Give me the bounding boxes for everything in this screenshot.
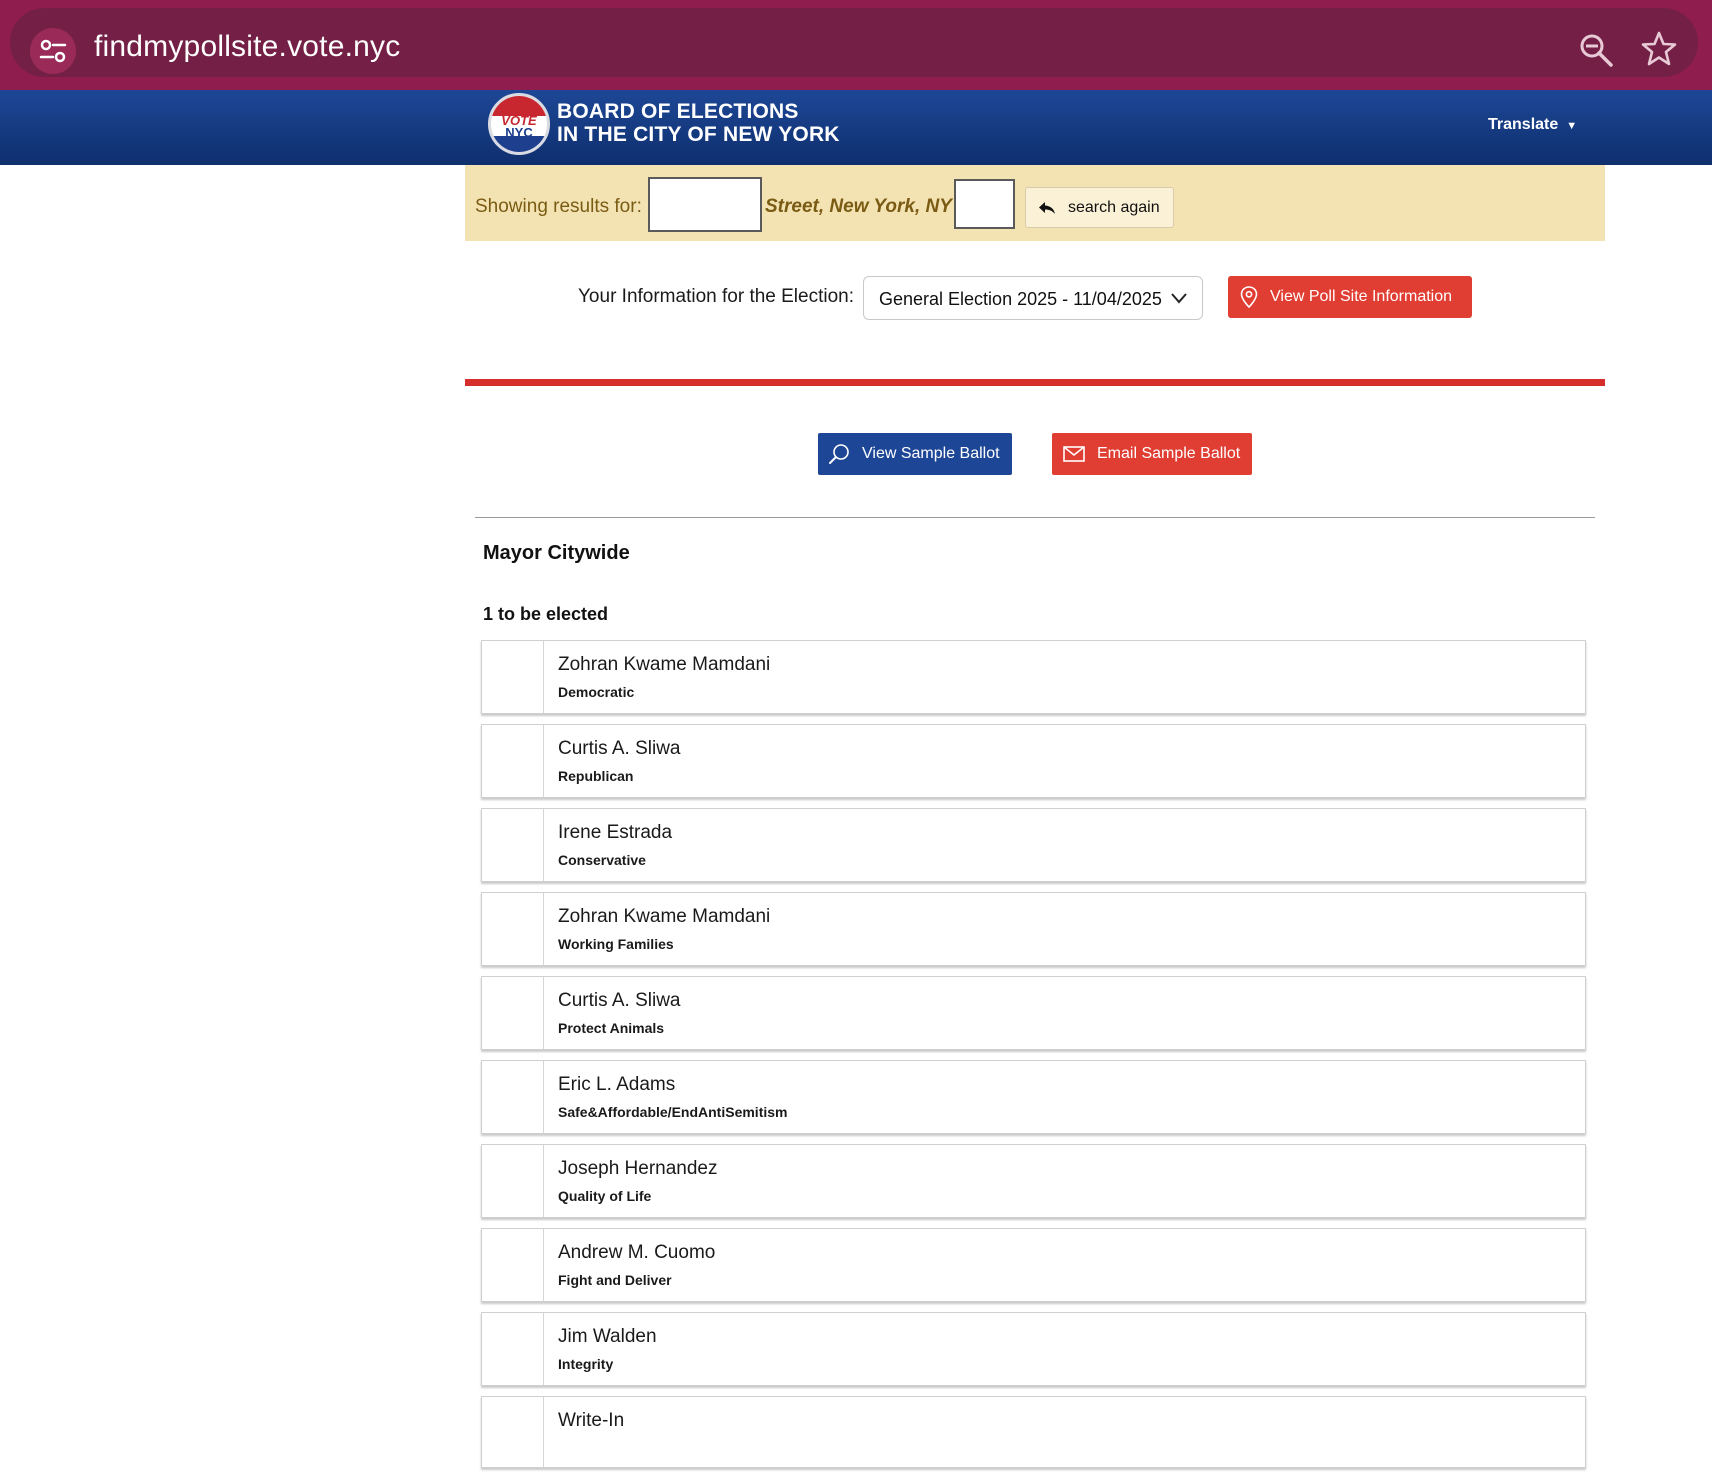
site-settings-button[interactable] — [30, 28, 76, 74]
magnifier-icon — [829, 444, 849, 464]
election-selected-value: General Election 2025 - 11/04/2025 — [879, 289, 1162, 309]
site-header: VOTE NYC BOARD OF ELECTIONS IN THE CITY … — [0, 90, 1712, 165]
candidate-name: Jim Walden — [558, 1326, 657, 1347]
email-sample-ballot-label: Email Sample Ballot — [1097, 445, 1241, 462]
contest-divider — [475, 517, 1595, 518]
vote-for-count: 1 to be elected — [483, 604, 609, 624]
view-poll-site-button[interactable]: View Poll Site Information — [1228, 276, 1472, 318]
tune-icon — [39, 39, 67, 63]
candidate-row[interactable]: Jim Walden Integrity — [481, 1312, 1586, 1386]
vote-nyc-logo[interactable]: VOTE NYC — [488, 93, 550, 155]
view-poll-site-label: View Poll Site Information — [1270, 288, 1453, 305]
search-results-bar: Showing results for: Street, New York, N… — [465, 165, 1605, 241]
logo-nyc-text: NYC — [505, 125, 533, 140]
translate-dropdown[interactable]: Translate ▼ — [1488, 116, 1577, 134]
candidate-oval-cell[interactable] — [482, 725, 544, 797]
browser-toolbar: findmypollsite.vote.nyc — [0, 0, 1712, 90]
email-sample-ballot-button[interactable]: Email Sample Ballot — [1052, 433, 1252, 475]
candidate-party: Safe&Affordable/EndAntiSemitism — [558, 1104, 788, 1120]
candidate-name: Eric L. Adams — [558, 1074, 676, 1095]
reply-arrow-icon — [1039, 201, 1055, 214]
candidate-row[interactable]: Curtis A. Sliwa Protect Animals — [481, 976, 1586, 1050]
candidate-name: Zohran Kwame Mamdani — [558, 654, 771, 675]
candidate-oval-cell[interactable] — [482, 1229, 544, 1301]
zoom-out-icon[interactable] — [1578, 32, 1614, 68]
zip-field[interactable] — [954, 179, 1015, 229]
map-pin-icon — [1240, 286, 1258, 308]
candidate-name: Irene Estrada — [558, 822, 673, 843]
candidate-party: Democratic — [558, 684, 635, 700]
site-title-line1: BOARD OF ELECTIONS — [557, 100, 799, 123]
candidate-row[interactable]: Write-In — [481, 1396, 1586, 1468]
candidate-name: Curtis A. Sliwa — [558, 990, 681, 1011]
house-number-field[interactable] — [648, 177, 762, 232]
candidate-oval-cell[interactable] — [482, 1061, 544, 1133]
candidate-party: Protect Animals — [558, 1020, 665, 1036]
site-title-line2: IN THE CITY OF NEW YORK — [557, 123, 840, 146]
candidate-party: Fight and Deliver — [558, 1272, 672, 1288]
candidate-oval-cell[interactable] — [482, 1313, 544, 1385]
view-sample-ballot-button[interactable]: View Sample Ballot — [818, 433, 1012, 475]
candidate-oval-cell[interactable] — [482, 1397, 544, 1467]
candidate-oval-cell[interactable] — [482, 977, 544, 1049]
election-select[interactable]: General Election 2025 - 11/04/2025 — [863, 276, 1203, 320]
candidate-row[interactable]: Joseph Hernandez Quality of Life — [481, 1144, 1586, 1218]
candidate-row[interactable]: Andrew M. Cuomo Fight and Deliver — [481, 1228, 1586, 1302]
candidate-oval-cell[interactable] — [482, 893, 544, 965]
candidate-name: Zohran Kwame Mamdani — [558, 906, 771, 927]
url-text[interactable]: findmypollsite.vote.nyc — [94, 30, 400, 64]
election-label: Your Information for the Election: — [578, 286, 855, 307]
results-street-text: Street, New York, NY — [765, 196, 952, 217]
candidate-name: Write-In — [558, 1410, 625, 1431]
envelope-icon — [1063, 446, 1085, 462]
caret-down-icon: ▼ — [1566, 120, 1578, 132]
candidate-row[interactable]: Zohran Kwame Mamdani Democratic — [481, 640, 1586, 714]
candidate-party: Conservative — [558, 852, 646, 868]
results-label: Showing results for: — [475, 196, 642, 217]
candidate-party: Working Families — [558, 936, 674, 952]
address-bar[interactable]: findmypollsite.vote.nyc — [10, 8, 1698, 77]
candidate-name: Joseph Hernandez — [558, 1158, 718, 1179]
chevron-down-icon — [1171, 293, 1187, 304]
office-title: Mayor Citywide — [483, 542, 630, 564]
candidate-oval-cell[interactable] — [482, 641, 544, 713]
search-again-button[interactable]: search again — [1025, 187, 1174, 228]
search-again-label: search again — [1068, 198, 1160, 216]
candidate-name: Curtis A. Sliwa — [558, 738, 681, 759]
candidate-row[interactable]: Curtis A. Sliwa Republican — [481, 724, 1586, 798]
site-title[interactable]: BOARD OF ELECTIONS IN THE CITY OF NEW YO… — [557, 100, 840, 146]
translate-label: Translate — [1488, 116, 1559, 133]
candidate-party: Quality of Life — [558, 1188, 652, 1204]
candidate-row[interactable]: Eric L. Adams Safe&Affordable/EndAntiSem… — [481, 1060, 1586, 1134]
star-icon[interactable] — [1640, 30, 1678, 68]
section-divider — [465, 379, 1605, 386]
candidate-oval-cell[interactable] — [482, 1145, 544, 1217]
candidate-name: Andrew M. Cuomo — [558, 1242, 716, 1263]
candidate-party: Republican — [558, 768, 634, 784]
candidate-party: Integrity — [558, 1356, 614, 1372]
candidate-oval-cell[interactable] — [482, 809, 544, 881]
candidate-list: Zohran Kwame Mamdani Democratic Curtis A… — [481, 640, 1586, 1478]
view-sample-ballot-label: View Sample Ballot — [862, 445, 1000, 462]
candidate-row[interactable]: Zohran Kwame Mamdani Working Families — [481, 892, 1586, 966]
candidate-row[interactable]: Irene Estrada Conservative — [481, 808, 1586, 882]
